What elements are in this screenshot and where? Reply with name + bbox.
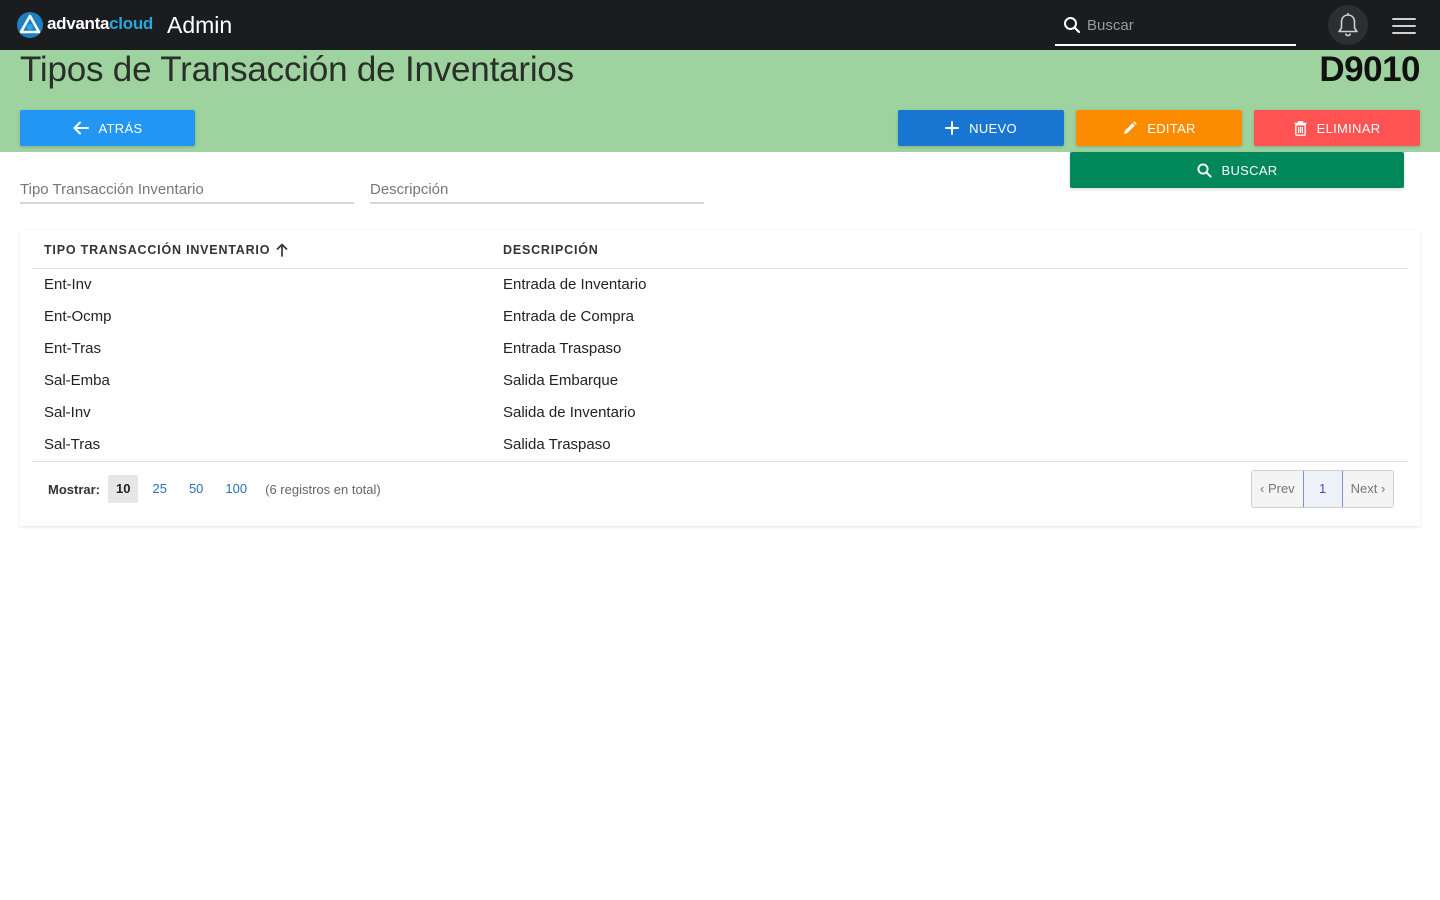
- table-row[interactable]: Sal-Emba Salida Embarque: [32, 365, 1408, 397]
- column-header-descripcion[interactable]: DESCRIPCIÓN: [503, 243, 599, 257]
- cell-descripcion: Salida de Inventario: [503, 404, 636, 421]
- new-button[interactable]: NUEVO: [898, 110, 1064, 146]
- cell-tipo: Ent-Inv: [44, 276, 92, 293]
- bell-icon: [1338, 13, 1358, 37]
- cell-tipo: Sal-Inv: [44, 404, 91, 421]
- page-button-1[interactable]: 1: [1302, 471, 1343, 507]
- next-page-button[interactable]: Next ›: [1342, 471, 1394, 507]
- cell-descripcion: Salida Traspaso: [503, 436, 611, 453]
- table-header: TIPO TRANSACCIÓN INVENTARIO DESCRIPCIÓN: [32, 230, 1408, 269]
- plus-icon: [945, 121, 960, 135]
- logo-icon[interactable]: [16, 11, 44, 39]
- edit-button-label: EDITAR: [1147, 120, 1196, 136]
- search-button-label: BUSCAR: [1221, 162, 1278, 178]
- search-button[interactable]: BUSCAR: [1070, 152, 1404, 188]
- page-size-100[interactable]: 100: [217, 475, 255, 503]
- search-icon: [1064, 17, 1081, 34]
- page-size-50[interactable]: 50: [181, 475, 211, 503]
- top-bar: advantacloud Admin: [0, 0, 1440, 50]
- back-button[interactable]: ATRÁS: [20, 110, 195, 146]
- cell-descripcion: Entrada de Compra: [503, 308, 634, 325]
- page-size-label: Mostrar:: [48, 481, 101, 497]
- cell-tipo: Sal-Emba: [44, 372, 110, 389]
- page-code: D9010: [1319, 50, 1420, 89]
- cell-descripcion: Entrada de Inventario: [503, 276, 647, 293]
- trash-icon: [1294, 120, 1307, 136]
- notifications-button[interactable]: [1328, 5, 1368, 45]
- new-button-label: NUEVO: [969, 120, 1017, 136]
- table-row[interactable]: Sal-Inv Salida de Inventario: [32, 397, 1408, 429]
- section-title: Admin: [167, 12, 233, 38]
- table-row[interactable]: Ent-Ocmp Entrada de Compra: [32, 301, 1408, 333]
- filter-tipo: [20, 176, 354, 204]
- edit-button[interactable]: EDITAR: [1076, 110, 1242, 146]
- prev-page-button[interactable]: ‹ Prev: [1252, 471, 1303, 507]
- cell-descripcion: Entrada Traspaso: [503, 340, 622, 357]
- back-button-label: ATRÁS: [98, 120, 143, 136]
- global-search-input[interactable]: [1087, 14, 1287, 36]
- table-row[interactable]: Sal-Tras Salida Traspaso: [32, 429, 1408, 461]
- page-size-25[interactable]: 25: [144, 475, 174, 503]
- page-size-selector: Mostrar: 10 25 50 100 (6 registros en to…: [48, 475, 381, 503]
- pencil-icon: [1124, 120, 1138, 134]
- filter-descripcion: [370, 176, 704, 204]
- brand-name: advantacloud: [47, 14, 153, 33]
- filter-tipo-input[interactable]: [20, 176, 354, 202]
- table-row[interactable]: Ent-Tras Entrada Traspaso: [32, 333, 1408, 365]
- delete-button-label: ELIMINAR: [1316, 120, 1381, 136]
- cell-tipo: Ent-Tras: [44, 340, 101, 357]
- pagination: ‹ Prev 1 Next ›: [1251, 470, 1395, 508]
- column-header-tipo[interactable]: TIPO TRANSACCIÓN INVENTARIO: [44, 243, 288, 257]
- filter-descripcion-input[interactable]: [370, 176, 704, 202]
- page-size-10[interactable]: 10: [108, 475, 139, 503]
- data-table: TIPO TRANSACCIÓN INVENTARIO DESCRIPCIÓN …: [20, 230, 1420, 526]
- search-icon: [1196, 162, 1212, 178]
- cell-tipo: Sal-Tras: [44, 436, 101, 453]
- sort-ascending-icon: [276, 243, 288, 257]
- arrow-left-icon: [73, 121, 89, 135]
- global-search: [1055, 8, 1296, 46]
- page-title: Tipos de Transacción de Inventarios: [20, 50, 574, 89]
- page-header: Tipos de Transacción de Inventarios D901…: [0, 50, 1440, 152]
- table-row[interactable]: Ent-Inv Entrada de Inventario: [32, 269, 1408, 301]
- delete-button[interactable]: ELIMINAR: [1254, 110, 1420, 146]
- cell-tipo: Ent-Ocmp: [44, 308, 112, 325]
- hamburger-icon[interactable]: [1392, 14, 1416, 38]
- records-total: (6 registros en total): [265, 481, 381, 497]
- table-footer-divider: [32, 461, 1408, 462]
- cell-descripcion: Salida Embarque: [503, 372, 619, 389]
